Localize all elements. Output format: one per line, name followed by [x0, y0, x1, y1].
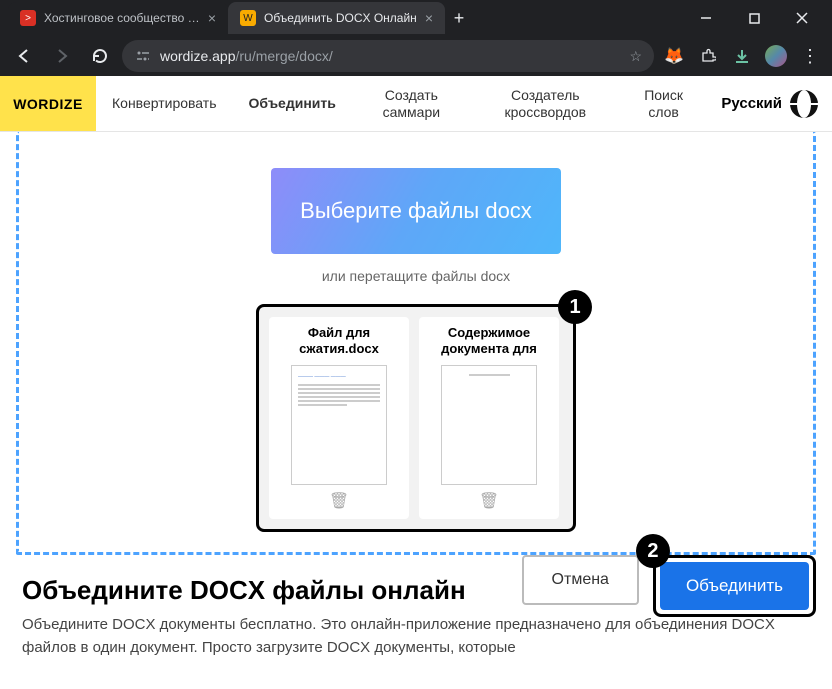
logo[interactable]: WORDIZE: [0, 76, 96, 131]
back-button[interactable]: [8, 40, 40, 72]
close-icon[interactable]: ×: [425, 10, 433, 26]
merge-button[interactable]: Объединить: [660, 562, 809, 610]
puzzle-icon: [700, 48, 716, 64]
downloads-button[interactable]: [728, 42, 756, 70]
language-label: Русский: [721, 95, 782, 112]
language-selector[interactable]: Русский: [707, 76, 832, 131]
download-icon: [734, 48, 750, 64]
tab-title: Хостинговое сообщество «Tim: [44, 11, 200, 25]
maximize-button[interactable]: [732, 2, 776, 34]
tab-title: Объединить DOCX Онлайн: [264, 11, 417, 25]
reload-icon: [91, 47, 109, 65]
browser-tab-2[interactable]: W Объединить DOCX Онлайн ×: [228, 2, 445, 34]
file-name: Содержимое документа для: [427, 325, 551, 359]
profile-avatar[interactable]: [762, 42, 790, 70]
choose-files-button[interactable]: Выберите файлы docx: [271, 168, 561, 254]
favicon-icon: >: [20, 10, 36, 26]
reload-button[interactable]: [84, 40, 116, 72]
arrow-left-icon: [15, 47, 33, 65]
file-name: Файл для сжатия.docx: [277, 325, 401, 359]
file-card[interactable]: Файл для сжатия.docx ——— ——— ——— 🗑: [269, 317, 409, 519]
menu-button[interactable]: ⋮: [796, 42, 824, 70]
nav-wordsearch[interactable]: Поиск слов: [620, 76, 708, 131]
file-list: Файл для сжатия.docx ——— ——— ——— 🗑 Содер…: [256, 304, 576, 532]
trash-icon[interactable]: 🗑: [479, 491, 499, 511]
page-description: Объедините DOCX документы бесплатно. Это…: [22, 614, 810, 659]
nav-crossword[interactable]: Создатель кроссвордов: [471, 76, 620, 131]
dropzone[interactable]: Выберите файлы docx или перетащите файлы…: [16, 132, 816, 555]
extension-metamask-icon[interactable]: 🦊: [660, 42, 688, 70]
new-tab-button[interactable]: +: [445, 4, 473, 32]
forward-button[interactable]: [46, 40, 78, 72]
close-window-button[interactable]: [780, 2, 824, 34]
nav-convert[interactable]: Конвертировать: [96, 76, 233, 131]
minimize-icon: [700, 12, 712, 24]
minimize-button[interactable]: [684, 2, 728, 34]
close-icon: [796, 12, 808, 24]
globe-icon: [790, 90, 818, 118]
page-preview: [441, 365, 537, 485]
nav-summary[interactable]: Создать саммари: [352, 76, 471, 131]
site-settings-icon[interactable]: [134, 47, 152, 65]
url-domain: wordize.app: [160, 48, 236, 64]
drag-hint: или перетащите файлы docx: [39, 268, 793, 284]
site-header: WORDIZE Конвертировать Объединить Создат…: [0, 76, 832, 132]
extensions-button[interactable]: [694, 42, 722, 70]
browser-tab-1[interactable]: > Хостинговое сообщество «Tim ×: [8, 2, 228, 34]
star-icon[interactable]: ☆: [629, 48, 642, 65]
address-bar[interactable]: wordize.app/ru/merge/docx/ ☆: [122, 40, 654, 72]
page-preview: ——— ——— ———: [291, 365, 387, 485]
cancel-button[interactable]: Отмена: [522, 555, 639, 605]
url-path: /ru/merge/docx/: [236, 48, 333, 64]
nav-merge[interactable]: Объединить: [233, 76, 352, 131]
favicon-icon: W: [240, 10, 256, 26]
file-card[interactable]: Содержимое документа для 🗑: [419, 317, 559, 519]
tab-strip: > Хостинговое сообщество «Tim × W Объеди…: [0, 0, 832, 36]
arrow-right-icon: [53, 47, 71, 65]
merge-button-highlight: 2 Объединить: [653, 555, 816, 617]
trash-icon[interactable]: 🗑: [329, 491, 349, 511]
browser-toolbar: wordize.app/ru/merge/docx/ ☆ 🦊 ⋮: [0, 36, 832, 76]
close-icon[interactable]: ×: [208, 10, 216, 26]
maximize-icon: [749, 13, 760, 24]
annotation-badge-1: 1: [558, 290, 592, 324]
annotation-badge-2: 2: [636, 534, 670, 568]
